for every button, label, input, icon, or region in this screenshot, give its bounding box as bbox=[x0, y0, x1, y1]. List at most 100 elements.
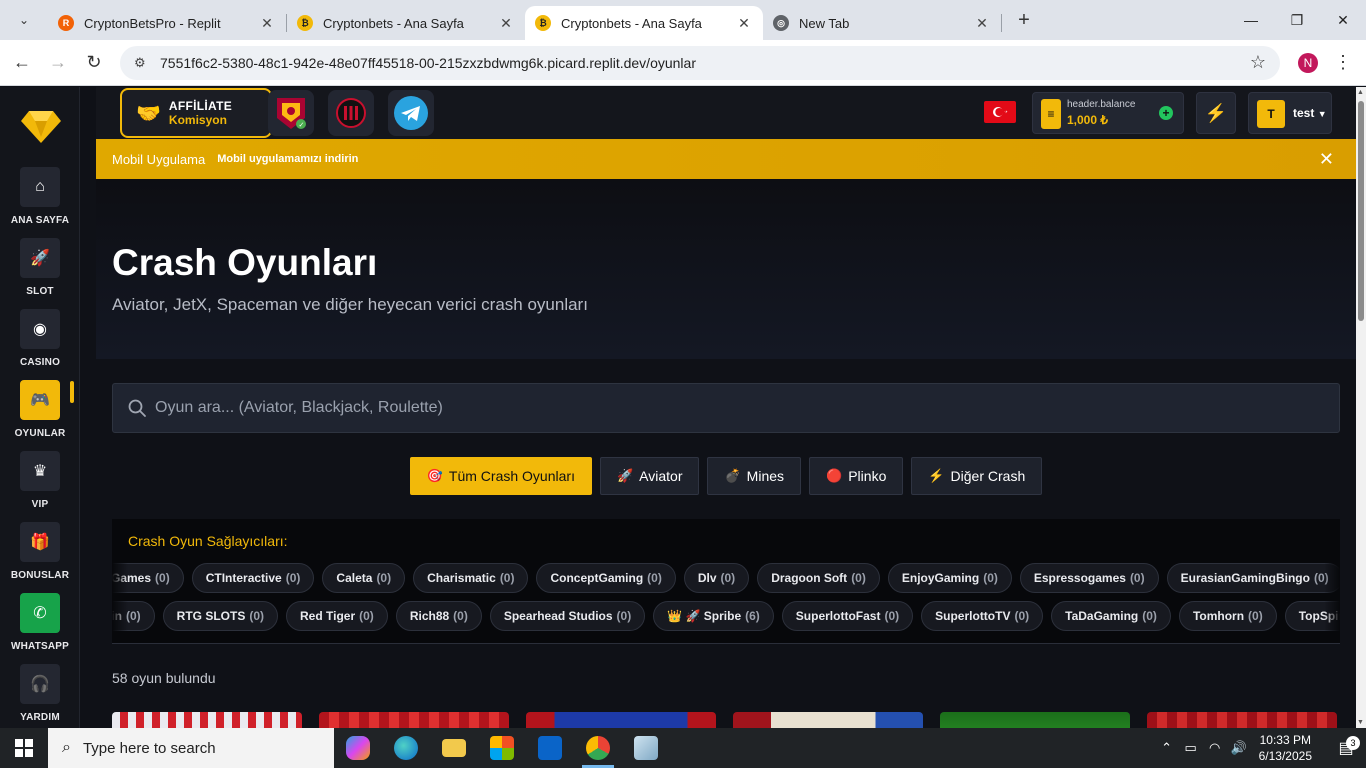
close-banner-icon[interactable]: ✕ bbox=[1319, 149, 1334, 170]
provider-chip[interactable]: Rich88 (0) bbox=[395, 601, 482, 631]
provider-chip[interactable]: RTG SLOTS (0) bbox=[162, 601, 279, 631]
provider-chip[interactable]: EurasianGamingBingo (0) bbox=[1166, 563, 1340, 593]
deposit-plus-icon[interactable]: + bbox=[1159, 106, 1173, 120]
telegram-icon[interactable] bbox=[388, 90, 434, 136]
provider-chip[interactable]: Spearhead Studios (0) bbox=[489, 601, 646, 631]
close-window-icon[interactable]: ✕ bbox=[1320, 0, 1366, 40]
filter-mines-button[interactable]: 💣 Mines bbox=[707, 457, 802, 495]
sidebar-item-casino[interactable]: ◉ CASINO bbox=[0, 309, 80, 368]
balance-widget[interactable]: ≡ header.balance 1,000 ₺ + bbox=[1032, 92, 1184, 134]
minimize-icon[interactable]: — bbox=[1228, 0, 1274, 40]
provider-chip[interactable]: Tomhorn (0) bbox=[1178, 601, 1277, 631]
sidebar-item-oyunlar[interactable]: 🎮 OYUNLAR bbox=[0, 380, 80, 439]
chevron-up-icon[interactable]: ⌃ bbox=[1155, 740, 1179, 756]
taskbar-search[interactable]: ⌕ Type here to search bbox=[48, 728, 334, 768]
galatasaray-badge-icon[interactable]: ✓ bbox=[268, 90, 314, 136]
provider-chip[interactable]: TaDaGaming (0) bbox=[1051, 601, 1171, 631]
provider-chip[interactable]: Red Tiger (0) bbox=[286, 601, 388, 631]
clock[interactable]: 10:33 PM 6/13/2025 bbox=[1259, 732, 1312, 764]
volume-icon[interactable]: 🔊 bbox=[1227, 740, 1251, 756]
sidebar-item-label: BONUSLAR bbox=[10, 570, 70, 581]
browser-tab[interactable]: R CryptonBetsPro - Replit ✕ bbox=[48, 6, 286, 40]
profile-avatar[interactable]: N bbox=[1298, 52, 1318, 73]
game-card[interactable] bbox=[733, 712, 923, 728]
filter-all-crash-button[interactable]: 🎯 Tüm Crash Oyunları bbox=[409, 457, 592, 495]
microsoft-store-icon[interactable] bbox=[478, 728, 526, 768]
site-info-icon[interactable]: ⚙ bbox=[134, 55, 150, 71]
provider-chip[interactable]: 👑 🚀 Spribe (6) bbox=[653, 601, 774, 631]
bookmark-star-icon[interactable]: ☆ bbox=[1250, 52, 1266, 73]
close-tab-icon[interactable]: ✕ bbox=[258, 15, 276, 32]
sidebar-item-ana-sayfa[interactable]: ⌂ ANA SAYFA bbox=[0, 167, 80, 226]
turkish-flag-icon[interactable] bbox=[984, 101, 1016, 123]
banner-title: Mobil Uygulama bbox=[112, 151, 206, 167]
restore-icon[interactable]: ❐ bbox=[1274, 0, 1320, 40]
provider-chip[interactable]: Espressogames (0) bbox=[1019, 563, 1159, 593]
provider-chip[interactable]: EnjoyGaming (0) bbox=[887, 563, 1012, 593]
search-input[interactable] bbox=[155, 399, 1339, 417]
provider-chip[interactable]: Caleta (0) bbox=[322, 563, 406, 593]
provider-chip[interactable]: SuperlottoTV (0) bbox=[921, 601, 1044, 631]
sidebar-item-bonuslar[interactable]: 🎁 BONUSLAR bbox=[0, 522, 80, 581]
cryptonbets-favicon-icon: ₿ bbox=[535, 15, 551, 31]
windows-start-icon[interactable] bbox=[0, 728, 48, 768]
forward-icon[interactable]: → bbox=[40, 45, 76, 81]
game-card[interactable] bbox=[112, 712, 302, 728]
new-tab-button[interactable]: + bbox=[1010, 9, 1038, 32]
sidebar-item-slot[interactable]: 🚀 SLOT bbox=[0, 238, 80, 297]
edge-icon[interactable] bbox=[382, 728, 430, 768]
game-card[interactable] bbox=[940, 712, 1130, 728]
battery-icon[interactable]: ▭ bbox=[1179, 740, 1203, 756]
notification-icon[interactable]: ▤ 3 bbox=[1326, 736, 1366, 758]
game-card[interactable] bbox=[1147, 712, 1337, 728]
browser-tab[interactable]: ₿ Cryptonbets - Ana Sayfa ✕ bbox=[287, 6, 525, 40]
provider-count: (0) bbox=[499, 571, 515, 585]
filter-aviator-button[interactable]: 🚀 Aviator bbox=[599, 457, 700, 495]
outlook-icon[interactable] bbox=[526, 728, 574, 768]
tab-search-button[interactable]: ⌄ bbox=[8, 6, 40, 34]
browser-tab[interactable]: ◎ New Tab ✕ bbox=[763, 6, 1001, 40]
sidebar-item-vip[interactable]: ♛ VIP bbox=[0, 451, 80, 510]
provider-chip[interactable]: Dragoon Soft (0) bbox=[757, 563, 880, 593]
chrome-icon[interactable] bbox=[574, 728, 622, 768]
game-search-box[interactable] bbox=[112, 383, 1340, 433]
filter-other-crash-button[interactable]: ⚡ Diğer Crash bbox=[911, 457, 1043, 495]
provider-chip[interactable]: Charismatic (0) bbox=[413, 563, 529, 593]
close-tab-icon[interactable]: ✕ bbox=[497, 15, 515, 32]
browser-menu-icon[interactable]: ⋮ bbox=[1334, 52, 1352, 73]
sidebar-item-label: SLOT bbox=[26, 286, 54, 297]
sidebar-item-yardim[interactable]: 🎧 YARDIM bbox=[0, 664, 80, 723]
file-explorer-icon[interactable] bbox=[430, 728, 478, 768]
wifi-icon[interactable]: ◠ bbox=[1203, 740, 1227, 756]
url-field[interactable]: ⚙ 7551f6c2-5380-48c1-942e-48e07ff45518-0… bbox=[120, 45, 1280, 80]
page-scrollbar[interactable]: ▲ ▼ bbox=[1356, 87, 1366, 728]
provider-count: (0) bbox=[647, 571, 662, 585]
scroll-up-icon[interactable]: ▲ bbox=[1357, 89, 1364, 96]
provider-chip[interactable]: Dlv (0) bbox=[683, 563, 750, 593]
game-card[interactable] bbox=[526, 712, 716, 728]
banner-text[interactable]: Mobil uygulamamızı indirin bbox=[217, 153, 358, 165]
close-tab-icon[interactable]: ✕ bbox=[973, 15, 991, 32]
copilot-icon[interactable] bbox=[334, 728, 382, 768]
game-card[interactable] bbox=[319, 712, 509, 728]
window-controls: — ❐ ✕ bbox=[1228, 0, 1366, 40]
provider-chip[interactable]: SuperlottoFast (0) bbox=[781, 601, 914, 631]
close-tab-icon[interactable]: ✕ bbox=[735, 15, 753, 32]
user-menu-button[interactable]: T test ▼ bbox=[1248, 92, 1332, 134]
app-icon[interactable] bbox=[622, 728, 670, 768]
rocket-icon: 🚀 bbox=[616, 468, 634, 483]
provider-chip[interactable]: CTInteractive (0) bbox=[191, 563, 315, 593]
filter-plinko-button[interactable]: 🔴 Plinko bbox=[809, 457, 904, 495]
milan-badge-icon[interactable] bbox=[328, 90, 374, 136]
scrollbar-thumb[interactable] bbox=[1358, 101, 1364, 321]
affiliate-button[interactable]: 🤝 AFFİLİATE Komisyon bbox=[120, 88, 272, 138]
reload-icon[interactable]: ↻ bbox=[76, 45, 112, 81]
browser-tab-active[interactable]: ₿ Cryptonbets - Ana Sayfa ✕ bbox=[525, 6, 763, 40]
filter-label: Aviator bbox=[639, 468, 683, 484]
diamond-logo-icon[interactable] bbox=[21, 109, 61, 143]
lightning-button[interactable]: ⚡ bbox=[1196, 92, 1236, 134]
scroll-down-icon[interactable]: ▼ bbox=[1357, 719, 1364, 726]
provider-chip[interactable]: ConceptGaming (0) bbox=[536, 563, 676, 593]
sidebar-item-whatsapp[interactable]: ✆ WHATSAPP bbox=[0, 593, 80, 652]
back-icon[interactable]: ← bbox=[4, 45, 40, 81]
